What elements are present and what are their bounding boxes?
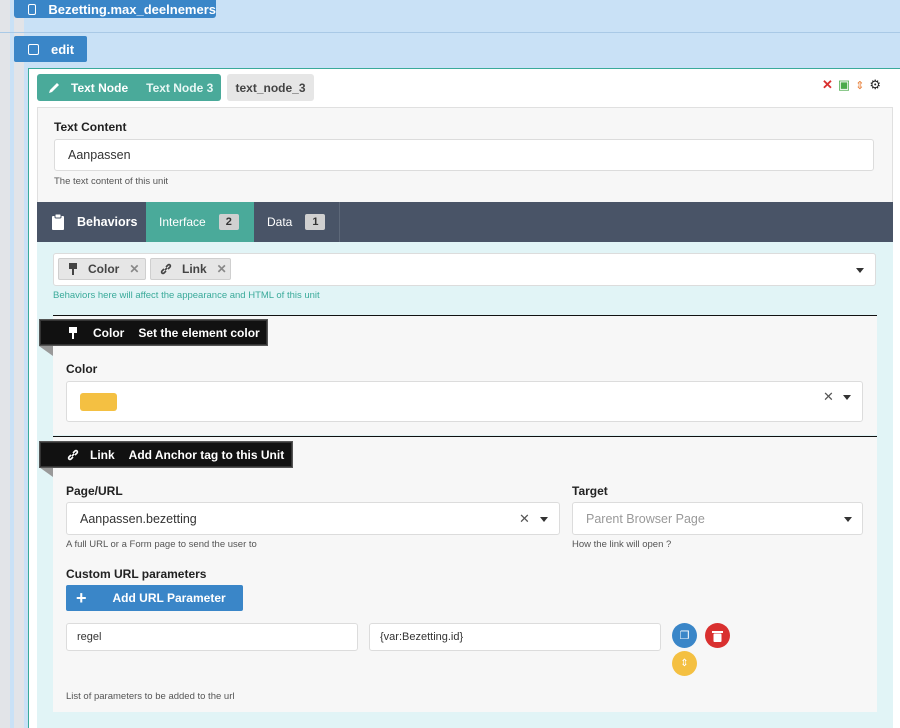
gear-icon[interactable]: ⚙: [869, 77, 881, 93]
target-help: How the link will open ?: [572, 539, 672, 550]
sort-icon: ⇕: [680, 658, 689, 669]
checkbox-icon[interactable]: [28, 3, 37, 15]
text-content-help: The text content of this unit: [54, 176, 169, 187]
tab-label: Behaviors: [77, 215, 138, 229]
container-tag-edit[interactable]: edit: [14, 36, 87, 62]
copy-icon[interactable]: ▣: [838, 77, 850, 93]
tab-bar: Behaviors Interface 2 Data 1: [37, 202, 893, 242]
chevron-down-icon[interactable]: [856, 268, 864, 273]
tab-behaviors[interactable]: Behaviors: [37, 202, 146, 242]
node-name-label: Text Node 3: [146, 80, 214, 95]
param-key-input[interactable]: regel: [66, 623, 358, 651]
chip-label: Color: [88, 262, 120, 276]
chip-label: Link: [182, 262, 207, 276]
tab-count-badge: 2: [218, 214, 239, 230]
remove-icon[interactable]: ✕: [217, 262, 227, 276]
tab-label: Interface: [159, 215, 206, 229]
behaviors-help: Behaviors here will affect the appearanc…: [53, 290, 320, 301]
text-content-input[interactable]: Aanpassen: [54, 139, 874, 171]
chevron-down-icon[interactable]: [540, 517, 548, 522]
node-id-tag[interactable]: text_node_3: [227, 74, 314, 101]
color-behavior-tag: Color Set the element color: [39, 319, 268, 346]
paint-brush-icon: [69, 326, 77, 339]
color-field-label: Color: [66, 362, 98, 376]
tab-count-badge: 1: [305, 214, 326, 230]
behavior-chip-link[interactable]: Link ✕: [150, 258, 231, 280]
node-type-label: Text Node: [71, 80, 129, 95]
delete-param-button[interactable]: [705, 623, 730, 648]
trash-icon: [712, 630, 723, 642]
tag-corner: [39, 346, 53, 356]
chevron-down-icon[interactable]: [844, 517, 852, 522]
copy-icon: ❐: [679, 630, 690, 642]
clipboard-icon: [52, 214, 64, 230]
duplicate-param-button[interactable]: ❐: [672, 623, 697, 648]
behavior-description: Add Anchor tag to this Unit: [128, 447, 285, 462]
sort-icon[interactable]: ⇕: [855, 79, 864, 92]
link-icon: [160, 263, 172, 275]
outer-container-stripe: [0, 0, 10, 728]
target-label: Target: [572, 484, 608, 498]
page-url-label: Page/URL: [66, 484, 123, 498]
divider: [0, 32, 900, 33]
chevron-down-icon[interactable]: [843, 395, 851, 400]
page-url-select[interactable]: Aanpassen.bezetting: [66, 502, 560, 535]
link-icon: [67, 449, 79, 460]
container-tag-label: Bezetting.max_deelnemers: [48, 1, 216, 17]
paint-brush-icon: [69, 263, 77, 275]
node-actions: ✕ ▣ ⇕ ⚙: [822, 77, 881, 93]
tag-corner: [39, 467, 53, 477]
param-value-input[interactable]: {var:Bezetting.id}: [369, 623, 661, 651]
link-behavior-tag: Link Add Anchor tag to this Unit: [39, 441, 293, 468]
plus-icon: +: [76, 588, 87, 608]
tab-data[interactable]: Data 1: [254, 202, 340, 242]
text-content-label: Text Content: [54, 120, 127, 134]
behavior-name: Color: [93, 325, 125, 340]
inner-container-stripe: [14, 0, 24, 728]
container-tag-label: edit: [51, 41, 75, 57]
move-param-button[interactable]: ⇕: [672, 651, 697, 676]
button-label: Add URL Parameter: [112, 591, 226, 605]
remove-icon[interactable]: ✕: [129, 262, 139, 276]
behavior-chip-color[interactable]: Color ✕: [58, 258, 146, 280]
behavior-description: Set the element color: [138, 325, 260, 340]
params-label: Custom URL parameters: [66, 567, 207, 581]
tab-interface[interactable]: Interface 2: [146, 202, 254, 242]
behavior-name: Link: [90, 447, 115, 462]
target-select[interactable]: Parent Browser Page: [572, 502, 863, 535]
node-type-tag[interactable]: Text Node Text Node 3: [37, 74, 221, 101]
tab-label: Data: [267, 215, 293, 229]
checkbox-icon[interactable]: [28, 43, 39, 55]
pencil-icon: [49, 82, 59, 93]
color-select[interactable]: [66, 381, 863, 422]
close-icon[interactable]: ✕: [822, 77, 833, 93]
add-url-parameter-button[interactable]: + Add URL Parameter: [66, 585, 243, 611]
container-tag-top[interactable]: Bezetting.max_deelnemers: [14, 0, 216, 18]
params-help: List of parameters to be added to the ur…: [66, 691, 235, 702]
page-url-help: A full URL or a Form page to send the us…: [66, 539, 257, 550]
clear-icon[interactable]: ✕: [519, 511, 530, 527]
clear-icon[interactable]: ✕: [823, 389, 834, 405]
color-swatch: [80, 392, 117, 411]
